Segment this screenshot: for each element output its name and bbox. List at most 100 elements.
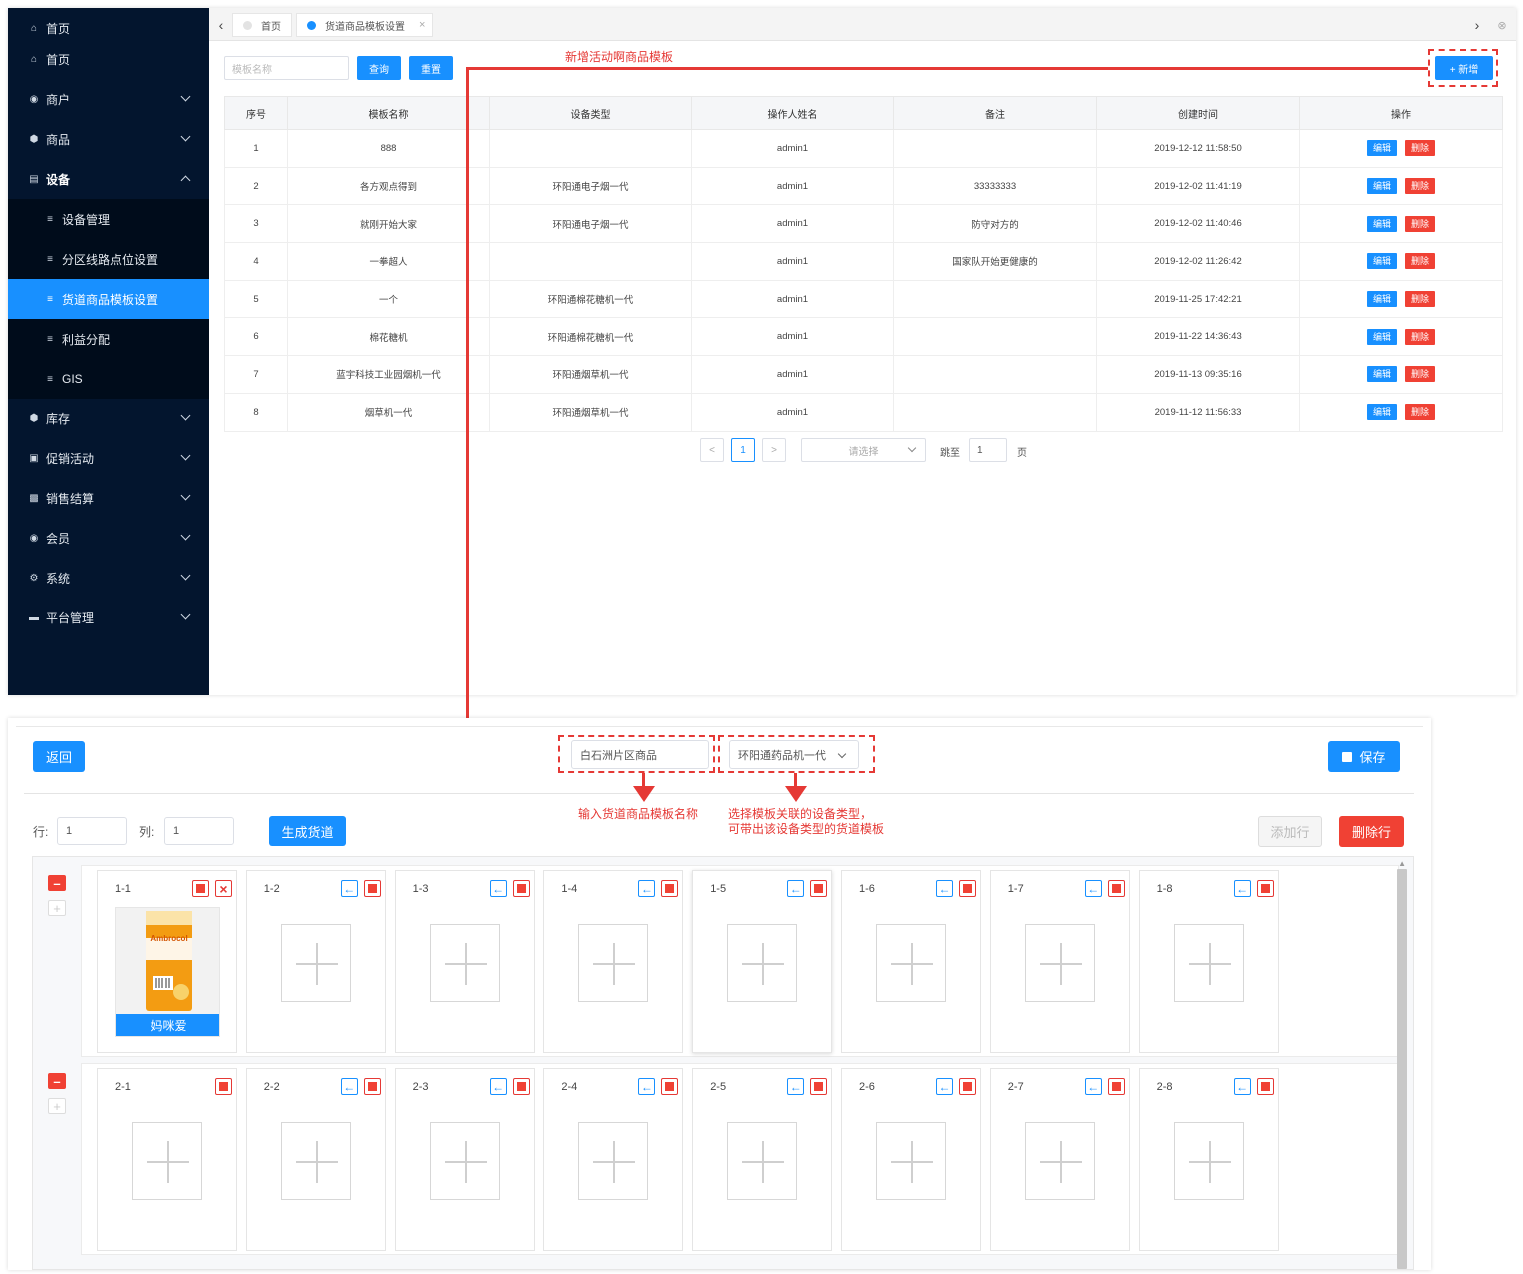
sidebar-item-profit[interactable]: ≡ 利益分配: [8, 319, 209, 359]
tab-slot-template[interactable]: 货道商品模板设置 ×: [296, 13, 433, 37]
delete-button[interactable]: 删除: [1405, 140, 1435, 157]
slot-card[interactable]: 1-2 ←: [245, 870, 386, 1053]
move-left-icon[interactable]: ←: [1233, 880, 1251, 897]
disable-slot-icon[interactable]: [1107, 880, 1125, 897]
add-product-icon[interactable]: [578, 1122, 649, 1200]
move-left-icon[interactable]: ←: [936, 1078, 953, 1095]
move-left-icon[interactable]: ←: [936, 880, 953, 897]
add-product-icon[interactable]: [280, 1122, 351, 1200]
add-product-icon[interactable]: [876, 924, 946, 1002]
move-left-icon[interactable]: ←: [787, 1078, 805, 1095]
delete-button[interactable]: 删除: [1405, 178, 1435, 195]
product-image[interactable]: Ambrocol 妈咪爱: [115, 907, 220, 1037]
back-button[interactable]: 返回: [33, 741, 85, 772]
slot-card[interactable]: 1-6 ←: [841, 870, 981, 1053]
remove-row-button[interactable]: –: [48, 1073, 66, 1089]
disable-slot-icon[interactable]: [192, 880, 209, 897]
edit-button[interactable]: 编辑: [1367, 328, 1397, 345]
sidebar-item-settlement[interactable]: ▩ 销售结算: [8, 478, 209, 518]
delete-row-button[interactable]: 删除行: [1339, 816, 1404, 847]
sidebar-item-inventory[interactable]: ⬢ 库存: [8, 398, 209, 438]
delete-button[interactable]: 删除: [1405, 328, 1435, 345]
move-left-icon[interactable]: ←: [340, 1078, 358, 1095]
slot-card[interactable]: 1-1 × Ambrocol 妈咪爱: [97, 870, 237, 1053]
disable-slot-icon[interactable]: [215, 1078, 232, 1095]
move-left-icon[interactable]: ←: [1084, 1078, 1102, 1095]
slot-card[interactable]: 2-4 ←: [543, 1068, 684, 1251]
add-row-button[interactable]: 添加行: [1258, 816, 1322, 847]
disable-slot-icon[interactable]: [1107, 1078, 1125, 1095]
disable-slot-icon[interactable]: [1256, 1078, 1274, 1095]
prev-page-button[interactable]: <: [700, 438, 724, 462]
sidebar-item-member[interactable]: ◉ 会员: [8, 518, 209, 558]
sidebar-item-slot-template[interactable]: ≡ 货道商品模板设置: [8, 279, 209, 319]
slot-card[interactable]: 2-1: [97, 1068, 237, 1251]
move-left-icon[interactable]: ←: [638, 880, 656, 897]
tab-scroll-left-icon[interactable]: ‹: [211, 13, 231, 37]
remove-product-icon[interactable]: ×: [215, 880, 232, 897]
sidebar-item-merchant[interactable]: ◉ 商户: [8, 79, 209, 119]
slot-card[interactable]: 1-3 ←: [394, 870, 535, 1053]
tab-scroll-right-icon[interactable]: ›: [1467, 13, 1487, 37]
disable-slot-icon[interactable]: [363, 1078, 381, 1095]
slot-card[interactable]: 2-6 ←: [841, 1068, 981, 1251]
slot-card[interactable]: 2-3 ←: [394, 1068, 535, 1251]
delete-button[interactable]: 删除: [1405, 291, 1435, 308]
close-all-tabs-icon[interactable]: ⊗: [1492, 13, 1512, 37]
add-product-icon[interactable]: [429, 924, 500, 1002]
sidebar-item-zone-route[interactable]: ≡ 分区线路点位设置: [8, 239, 209, 279]
move-left-icon[interactable]: ←: [489, 880, 507, 897]
delete-button[interactable]: 删除: [1405, 253, 1435, 270]
sidebar-item-device-manage[interactable]: ≡ 设备管理: [8, 199, 209, 239]
query-button[interactable]: 查询: [357, 56, 401, 80]
col-count-input[interactable]: 1: [164, 817, 234, 845]
sidebar-item-platform[interactable]: ▬ 平台管理: [8, 597, 209, 637]
edit-button[interactable]: 编辑: [1367, 253, 1397, 270]
slot-card[interactable]: 1-7 ←: [989, 870, 1130, 1053]
delete-button[interactable]: 删除: [1405, 215, 1435, 232]
disable-slot-icon[interactable]: [661, 880, 679, 897]
disable-slot-icon[interactable]: [1256, 880, 1274, 897]
tab-home[interactable]: 首页: [232, 13, 292, 37]
close-icon[interactable]: ×: [419, 19, 425, 31]
reset-button[interactable]: 重置: [409, 56, 453, 80]
move-left-icon[interactable]: ←: [340, 880, 358, 897]
disable-slot-icon[interactable]: [512, 1078, 530, 1095]
scrollbar[interactable]: [1397, 869, 1407, 1269]
slot-card[interactable]: 2-2 ←: [245, 1068, 386, 1251]
sidebar-item-promotion[interactable]: ▣ 促销活动: [8, 438, 209, 478]
sidebar-item-goods[interactable]: ⬢ 商品: [8, 119, 209, 159]
slot-card[interactable]: 1-5 ←: [692, 870, 833, 1053]
template-name-search-input[interactable]: 模板名称: [224, 56, 349, 80]
current-page-button[interactable]: 1: [731, 438, 755, 462]
edit-button[interactable]: 编辑: [1367, 366, 1397, 383]
add-product-icon[interactable]: [132, 1122, 202, 1200]
disable-slot-icon[interactable]: [959, 880, 976, 897]
add-product-icon[interactable]: [429, 1122, 500, 1200]
slot-card[interactable]: 1-4 ←: [543, 870, 684, 1053]
disable-slot-icon[interactable]: [363, 880, 381, 897]
add-row-icon[interactable]: +: [48, 1098, 66, 1114]
edit-button[interactable]: 编辑: [1367, 215, 1397, 232]
edit-button[interactable]: 编辑: [1367, 178, 1397, 195]
add-row-icon[interactable]: +: [48, 900, 66, 916]
add-product-icon[interactable]: [1024, 1122, 1095, 1200]
add-product-icon[interactable]: [727, 1122, 798, 1200]
row-count-input[interactable]: 1: [57, 817, 127, 845]
sidebar-item-device[interactable]: ▤ 设备: [8, 159, 209, 199]
disable-slot-icon[interactable]: [512, 880, 530, 897]
add-product-icon[interactable]: [280, 924, 351, 1002]
sidebar-item-system[interactable]: ⚙ 系统: [8, 558, 209, 598]
page-size-select[interactable]: 请选择: [801, 438, 926, 462]
edit-button[interactable]: 编辑: [1367, 291, 1397, 308]
edit-button[interactable]: 编辑: [1367, 140, 1397, 157]
scroll-up-icon[interactable]: ▲: [1398, 859, 1406, 868]
jump-page-input[interactable]: 1: [969, 438, 1007, 462]
slot-card[interactable]: 1-8 ←: [1138, 870, 1279, 1053]
add-product-icon[interactable]: [578, 924, 649, 1002]
disable-slot-icon[interactable]: [959, 1078, 976, 1095]
remove-row-button[interactable]: –: [48, 875, 66, 891]
move-left-icon[interactable]: ←: [489, 1078, 507, 1095]
disable-slot-icon[interactable]: [810, 880, 828, 897]
slot-card[interactable]: 2-7 ←: [989, 1068, 1130, 1251]
